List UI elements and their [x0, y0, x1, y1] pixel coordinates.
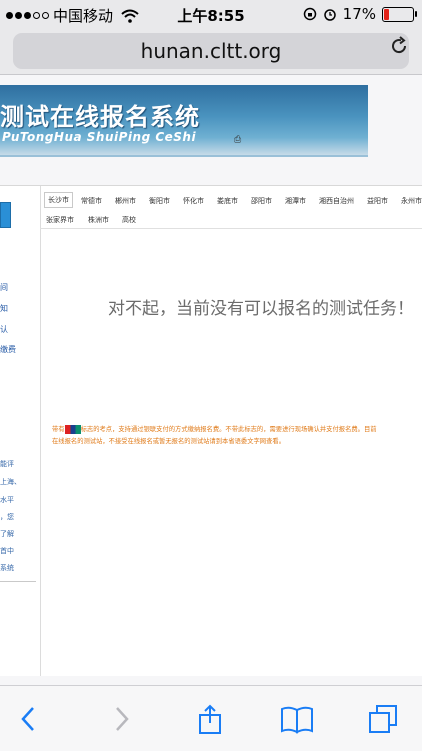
sidebar-text-3: 水平 — [0, 496, 14, 504]
tab-city-7[interactable]: 邵阳市 — [251, 194, 272, 208]
address-bar[interactable]: hunan.cltt.org — [13, 33, 409, 69]
tab-city-4[interactable]: 衡阳市 — [149, 194, 170, 208]
tabs-divider — [40, 228, 422, 229]
web-page: 测试在线报名系统 PuTongHua ShuiPing CeShi ⎙ 间 知 … — [0, 75, 422, 685]
banner-title: 测试在线报名系统 — [0, 103, 200, 131]
tab-city-5[interactable]: 怀化市 — [183, 194, 204, 208]
sidebar-item-4[interactable]: 缴费 — [0, 344, 16, 355]
tabs-icon[interactable] — [368, 704, 398, 734]
battery-icon — [382, 6, 417, 22]
tab-city-13[interactable]: 株洲市 — [88, 213, 109, 227]
sidebar-text-2: 上海、 — [0, 478, 21, 486]
printer-icon[interactable]: ⎙ — [234, 135, 244, 145]
tab-city-2[interactable]: 常德市 — [81, 194, 102, 208]
notice-line-1: 带有 标志的考点，支持通过银联支付的方式缴纳报名费。不带此标志的，需要进行现场确认… — [52, 424, 422, 436]
rotation-lock-icon — [303, 7, 316, 21]
tab-city-14[interactable]: 高校 — [122, 213, 136, 227]
tab-city-12[interactable]: 张家界市 — [46, 213, 74, 227]
tab-city-9[interactable]: 湘西自治州 — [319, 194, 354, 208]
share-icon[interactable] — [195, 704, 225, 734]
sidebar-item-2[interactable]: 知 — [0, 303, 8, 314]
forward-icon[interactable] — [106, 704, 136, 734]
site-banner: 测试在线报名系统 PuTongHua ShuiPing CeShi ⎙ — [0, 85, 368, 155]
alarm-icon — [323, 9, 336, 21]
battery-percent: 17% — [342, 5, 376, 23]
left-sidebar: 间 知 认 缴费 能评 上海、 水平 ，您 了解 首中 系统 — [0, 186, 41, 676]
sidebar-text-4: ，您 — [0, 513, 14, 521]
notice-line-2: 在线报名的测试站，不接受在线报名或暂无报名的测试站请到本省语委文字网查看。 — [52, 438, 285, 445]
url-text: hunan.cltt.org — [140, 39, 282, 63]
tab-city-11[interactable]: 永州市 — [401, 194, 422, 208]
tab-city-6[interactable]: 娄底市 — [217, 194, 238, 208]
main-panel: 长沙市 常德市 郴州市 衡阳市 怀化市 娄底市 邵阳市 湘潭市 湘西自治州 益阳… — [40, 186, 422, 676]
sidebar-text-1: 能评 — [0, 460, 14, 468]
tab-city-8[interactable]: 湘潭市 — [285, 194, 306, 208]
payment-notice: 带有 标志的考点，支持通过银联支付的方式缴纳报名费。不带此标志的，需要进行现场确认… — [52, 424, 422, 448]
unionpay-icon — [64, 424, 81, 434]
browser-toolbar — [0, 685, 422, 751]
banner-strip — [0, 155, 368, 157]
sidebar-text-5: 了解 — [0, 530, 14, 538]
sidebar-blue-button[interactable] — [0, 202, 11, 228]
tab-city-1[interactable]: 长沙市 — [44, 192, 73, 208]
banner-subtitle: PuTongHua ShuiPing CeShi — [2, 130, 197, 144]
notice-prefix: 带有 — [52, 426, 65, 433]
sidebar-item-3[interactable]: 认 — [0, 324, 8, 335]
content-area: 间 知 认 缴费 能评 上海、 水平 ，您 了解 首中 系统 长沙市 常德市 郴… — [0, 185, 422, 676]
back-icon[interactable] — [14, 704, 44, 734]
sidebar-item-1[interactable]: 间 — [0, 282, 8, 293]
status-bar: 中国移动 上午8:55 17% — [0, 0, 422, 28]
sidebar-text-7: 系统 — [0, 564, 14, 572]
sidebar-divider — [0, 581, 36, 582]
no-task-message: 对不起，当前没有可以报名的测试任务！ — [108, 299, 414, 319]
notice-line-1-text: 标志的考点，支持通过银联支付的方式缴纳报名费。不带此标志的，需要进行现场确认并支… — [80, 426, 377, 433]
bookmarks-icon[interactable] — [280, 704, 314, 734]
reload-icon[interactable] — [388, 35, 410, 57]
tab-city-10[interactable]: 益阳市 — [367, 194, 388, 208]
status-right: 17% — [303, 5, 417, 23]
tab-city-3[interactable]: 郴州市 — [115, 194, 136, 208]
sidebar-text-6: 首中 — [0, 547, 14, 555]
browser-chrome: hunan.cltt.org — [0, 28, 422, 75]
